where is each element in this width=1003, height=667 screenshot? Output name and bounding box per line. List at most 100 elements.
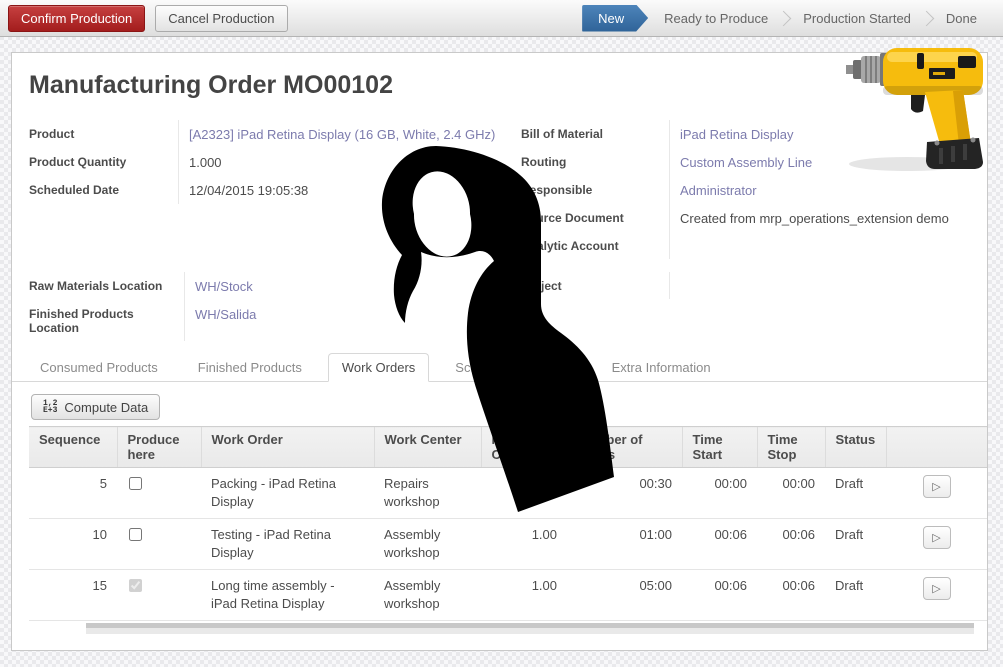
status-step-new[interactable]: New [582,5,648,32]
work-order-cell: Packing - iPad Retina Display [201,468,374,519]
produce-here-checkbox[interactable] [129,528,142,541]
field-row: Raw Materials LocationWH/Stock [29,272,509,300]
work-order-cell: Long time assembly - iPad Retina Display [201,570,374,621]
number-of-cycles-cell [481,468,567,519]
compute-icon: 1,2E+3 [43,400,57,414]
produce-here-cell [117,468,201,519]
number-of-hours-cell: 01:00 [567,519,682,570]
field-value-link[interactable]: WH/Stock [184,272,509,300]
table-header-row: SequenceProduce hereWork OrderWork Cente… [29,427,987,468]
status-step-done[interactable]: Done [936,5,987,32]
status-step-production-started[interactable]: Production Started [793,5,921,32]
field-value: Created from mrp_operations_extension de… [669,204,981,232]
column-header: Work Order [201,427,374,468]
sequence-cell: 15 [29,570,117,621]
number-of-cycles-cell: 1.00 [481,519,567,570]
compute-data-button[interactable]: 1,2E+3 Compute Data [31,394,160,420]
field-group-right-bottom: Project [521,272,981,299]
produce-here-checkbox[interactable] [129,477,142,490]
action-cell: ▷ [886,468,987,519]
field-value-link[interactable]: Administrator [669,176,981,204]
field-label: Project [521,272,669,299]
field-row: ResponsibleAdministrator [521,176,981,204]
field-label: Routing [521,148,669,176]
number-of-cycles-cell: 1.00 [481,570,567,621]
top-toolbar: Confirm Production Cancel Production New… [0,0,1003,37]
tab-scheduled-products[interactable]: Scheduled Products [441,353,585,382]
time-start-cell: 00:00 [682,468,757,519]
produce-here-cell [117,519,201,570]
field-label: Analytic Account [521,232,669,259]
field-label: Scheduled Date [29,176,178,204]
field-value-link[interactable]: [A2323] iPad Retina Display (16 GB, Whit… [178,120,509,148]
time-stop-cell: 00:00 [757,468,825,519]
field-label: Source Document [521,204,669,232]
work-center-cell: Assembly workshop [374,519,481,570]
work-center-cell: Assembly workshop [374,570,481,621]
field-row: Project [521,272,981,299]
status-cell: Draft [825,468,886,519]
column-header: Number of Cycles [481,427,567,468]
field-label: Bill of Material [521,120,669,148]
start-working-icon[interactable]: ▷ [923,475,951,498]
field-group-left-top: Product[A2323] iPad Retina Display (16 G… [29,120,509,204]
time-start-cell: 00:06 [682,519,757,570]
status-cell: Draft [825,519,886,570]
time-start-cell: 00:06 [682,570,757,621]
tab-consumed-products[interactable]: Consumed Products [26,353,172,382]
column-header [886,427,987,468]
field-row: Source DocumentCreated from mrp_operatio… [521,204,981,232]
column-header: Number of Hours [567,427,682,468]
power-drill-icon [845,44,990,174]
field-label: Product [29,120,178,148]
field-group-left-bottom: Raw Materials LocationWH/StockFinished P… [29,272,509,341]
number-of-hours-cell: 00:30 [567,468,682,519]
field-label: Product Quantity [29,148,178,176]
field-value-link[interactable]: WH/Salida [184,300,509,341]
sequence-cell: 10 [29,519,117,570]
action-cell: ▷ [886,519,987,570]
confirm-production-button[interactable]: Confirm Production [8,5,145,32]
time-stop-cell: 00:06 [757,570,825,621]
field-label: Responsible [521,176,669,204]
sequence-cell: 5 [29,468,117,519]
cancel-production-button[interactable]: Cancel Production [155,5,287,32]
start-working-icon[interactable]: ▷ [923,526,951,549]
column-header: Work Center [374,427,481,468]
column-header: Time Stop [757,427,825,468]
field-value: 12/04/2015 19:05:38 [178,176,509,204]
produce-here-checkbox [129,579,142,592]
work-order-cell: Testing - iPad Retina Display [201,519,374,570]
tab-work-orders[interactable]: Work Orders [328,353,429,382]
status-cell: Draft [825,570,886,621]
status-step-ready-to-produce[interactable]: Ready to Produce [654,5,778,32]
field-label: Raw Materials Location [29,272,184,300]
field-row: Scheduled Date12/04/2015 19:05:38 [29,176,509,204]
field-row: Product Quantity1.000 [29,148,509,176]
horizontal-scrollbar[interactable] [86,623,974,634]
column-header: Sequence [29,427,117,468]
page-title: Manufacturing Order MO00102 [29,71,393,100]
table-row: 10 Testing - iPad Retina DisplayAssembly … [29,519,987,570]
column-header: Time Start [682,427,757,468]
field-value: 1.000 [178,148,509,176]
field-value [669,272,981,299]
column-header: Status [825,427,886,468]
field-row: Product[A2323] iPad Retina Display (16 G… [29,120,509,148]
compute-data-label: Compute Data [64,400,148,415]
time-stop-cell: 00:06 [757,519,825,570]
tab-extra-information[interactable]: Extra Information [598,353,725,382]
table-row: 5 Packing - iPad Retina DisplayRepairs wo… [29,468,987,519]
field-row: Finished Products LocationWH/Salida [29,300,509,341]
number-of-hours-cell: 05:00 [567,570,682,621]
notebook-tabs: Consumed Products Finished Products Work O… [12,353,987,382]
field-value [669,232,981,259]
status-bar: NewReady to Produce Production Started Don… [582,5,987,32]
produce-here-cell [117,570,201,621]
table-row: 15 Long time assembly - iPad Retina Displ… [29,570,987,621]
work-center-cell: Repairs workshop [374,468,481,519]
tab-finished-products[interactable]: Finished Products [184,353,316,382]
start-working-icon[interactable]: ▷ [923,577,951,600]
field-row: Analytic Account [521,232,981,259]
action-cell: ▷ [886,570,987,621]
